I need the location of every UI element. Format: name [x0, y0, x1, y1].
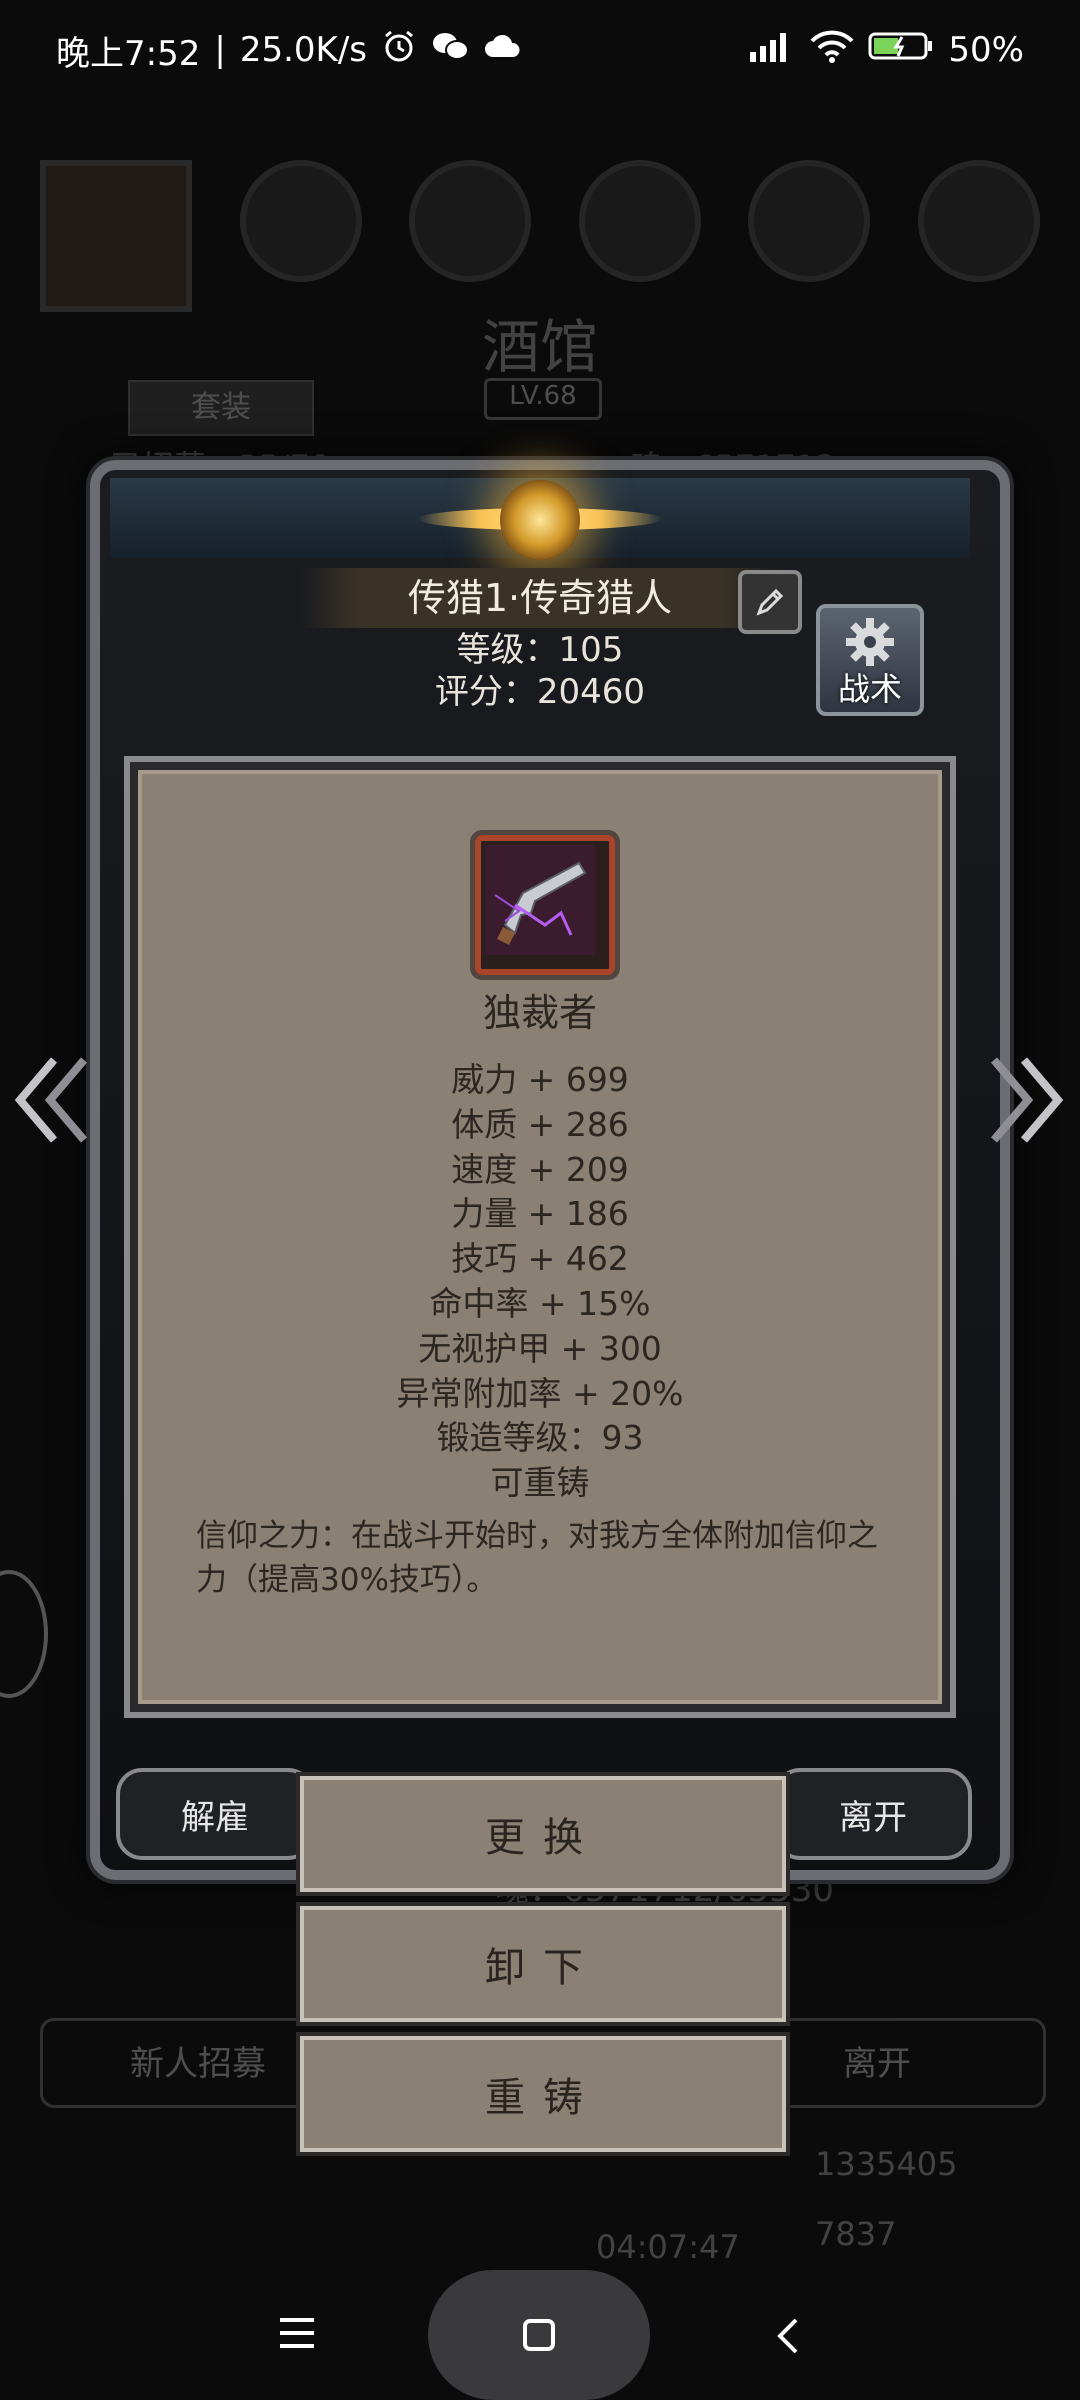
background-level: LV.68: [484, 378, 602, 420]
stat-line: 无视护甲 + 300: [418, 1328, 662, 1368]
background-top-icons: [40, 160, 1040, 312]
stat-line: 体质 + 286: [451, 1104, 629, 1144]
menu-circle-icon: [917, 160, 1040, 282]
tactics-label: 战术: [837, 670, 902, 708]
portrait-frame: [40, 160, 192, 312]
next-arrow-button[interactable]: [988, 1050, 1064, 1150]
background-recruit-button: 新人招募: [130, 2044, 266, 2084]
hero-name: 传猎1·传奇猎人: [407, 576, 673, 620]
previous-arrow-button[interactable]: [14, 1050, 90, 1150]
home-square-icon: [523, 2319, 555, 2351]
reforge-button[interactable]: 重铸: [300, 2036, 786, 2152]
stat-line: 速度 + 209: [451, 1149, 629, 1189]
revolver-icon: [485, 845, 595, 955]
background-coin: 1335405: [815, 2145, 958, 2183]
sun-emblem-icon: [500, 480, 580, 560]
stat-line: 异常附加率 + 20%: [396, 1373, 684, 1413]
item-name: 独裁者: [482, 991, 597, 1035]
double-chevron-left-icon: [14, 1057, 88, 1143]
item-slot[interactable]: [470, 830, 620, 980]
pencil-icon: [756, 588, 784, 616]
menu-circle-icon: [748, 160, 871, 282]
stat-line: 威力 + 699: [451, 1060, 629, 1099]
double-chevron-right-icon: [990, 1057, 1064, 1143]
stat-line: 技巧 + 462: [451, 1239, 629, 1279]
gear-icon: [846, 618, 894, 666]
menu-icon[interactable]: [280, 2316, 316, 2350]
stat-line: 锻造等级：93: [436, 1418, 644, 1458]
menu-circle-icon: [409, 160, 532, 282]
background-leave-button: 离开: [843, 2044, 911, 2084]
item-description: 信仰之力：在战斗开始时，对我方全体附加信仰之力（提高30%技巧）。: [196, 1518, 878, 1598]
navigation-bar: [0, 2270, 1080, 2400]
leave-button[interactable]: 离开: [774, 1768, 972, 1860]
hero-score: 评分：20460: [434, 672, 646, 712]
dismiss-button[interactable]: 解雇: [116, 1768, 314, 1860]
menu-circle-icon: [239, 160, 362, 282]
stat-line: 力量 + 186: [451, 1194, 629, 1234]
background-tab-set: 套装: [128, 380, 314, 436]
item-stats: 威力 + 699 体质 + 286 速度 + 209 力量 + 186 技巧 +…: [138, 1058, 942, 1506]
unequip-button[interactable]: 卸下: [300, 1906, 786, 2022]
stat-line: 命中率 + 15%: [429, 1283, 651, 1323]
background-title: 酒馆: [481, 313, 598, 381]
tactics-button[interactable]: 战术: [816, 604, 924, 716]
home-button[interactable]: [428, 2270, 650, 2400]
stat-line: 可重铸: [490, 1463, 590, 1503]
background-gem: 7837: [815, 2215, 897, 2253]
background-timer: 04:07:47: [596, 2228, 740, 2266]
back-icon[interactable]: [776, 2316, 800, 2356]
menu-circle-icon: [578, 160, 701, 282]
replace-button[interactable]: 更换: [300, 1776, 786, 1892]
